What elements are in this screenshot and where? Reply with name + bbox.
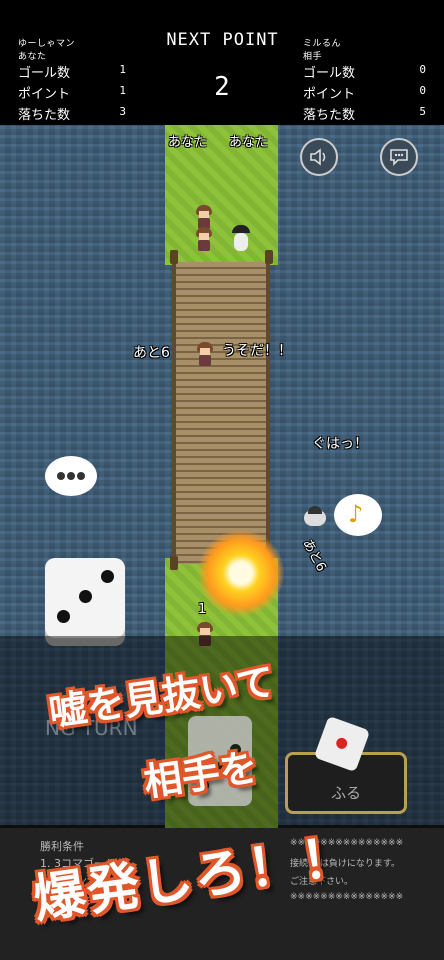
sound-button[interactable] <box>300 138 338 176</box>
left-fall-value: 3 <box>119 105 126 118</box>
chat-bubble-button[interactable] <box>45 456 97 496</box>
right-goal-label: ゴール数 <box>303 66 356 81</box>
speech-lie: うそだ！！ <box>222 343 292 359</box>
position-marker: 1 <box>198 602 207 617</box>
opponent-falling-piece <box>304 506 326 530</box>
left-point-label: ポイント <box>18 87 71 102</box>
bridge-post <box>265 250 273 264</box>
right-fall-value: 5 <box>419 105 426 118</box>
chat-bubble-icon <box>390 149 408 166</box>
left-fall-label: 落ちた数 <box>18 108 71 123</box>
scoreboard: ゆーしゃマン あなた ゴール数 1 ポイント 1 落ちた数 3 NEXT POI… <box>0 0 444 125</box>
right-player-name: ミルるん <box>303 39 342 49</box>
explosion-effect <box>198 530 284 616</box>
player-piece <box>195 205 213 229</box>
music-note-bubble: ♪ <box>334 494 382 536</box>
left-point-value: 1 <box>119 84 126 97</box>
right-point-value: 0 <box>419 84 426 97</box>
player-piece-on-bridge <box>196 342 214 366</box>
next-point-title: NEXT POINT <box>166 30 279 50</box>
next-point-value: 2 <box>214 72 230 102</box>
speech-guha: ぐはっ！ <box>312 436 368 452</box>
player-piece <box>195 227 213 251</box>
left-player-tag: あなた <box>18 52 47 62</box>
top-label-left: あなた <box>168 135 208 150</box>
top-label-right: あなた <box>229 135 269 150</box>
remaining-steps-label: あと6 <box>133 345 170 361</box>
dice-result <box>45 558 125 638</box>
left-goal-value: 1 <box>119 63 126 76</box>
music-note-icon: ♪ <box>348 500 364 528</box>
right-goal-value: 0 <box>419 63 426 76</box>
right-player-tag: 相手 <box>303 52 323 62</box>
left-player-name: ゆーしゃマン <box>18 39 76 49</box>
speaker-icon <box>310 148 326 166</box>
bridge-post <box>170 250 178 264</box>
left-goal-label: ゴール数 <box>18 66 71 81</box>
opponent-piece <box>230 225 252 253</box>
roll-button-label: ふる <box>330 784 361 802</box>
right-point-label: ポイント <box>303 87 356 102</box>
bridge-post <box>170 556 178 570</box>
rope-bridge <box>172 262 270 564</box>
right-fall-label: 落ちた数 <box>303 108 356 123</box>
chat-button[interactable] <box>380 138 418 176</box>
